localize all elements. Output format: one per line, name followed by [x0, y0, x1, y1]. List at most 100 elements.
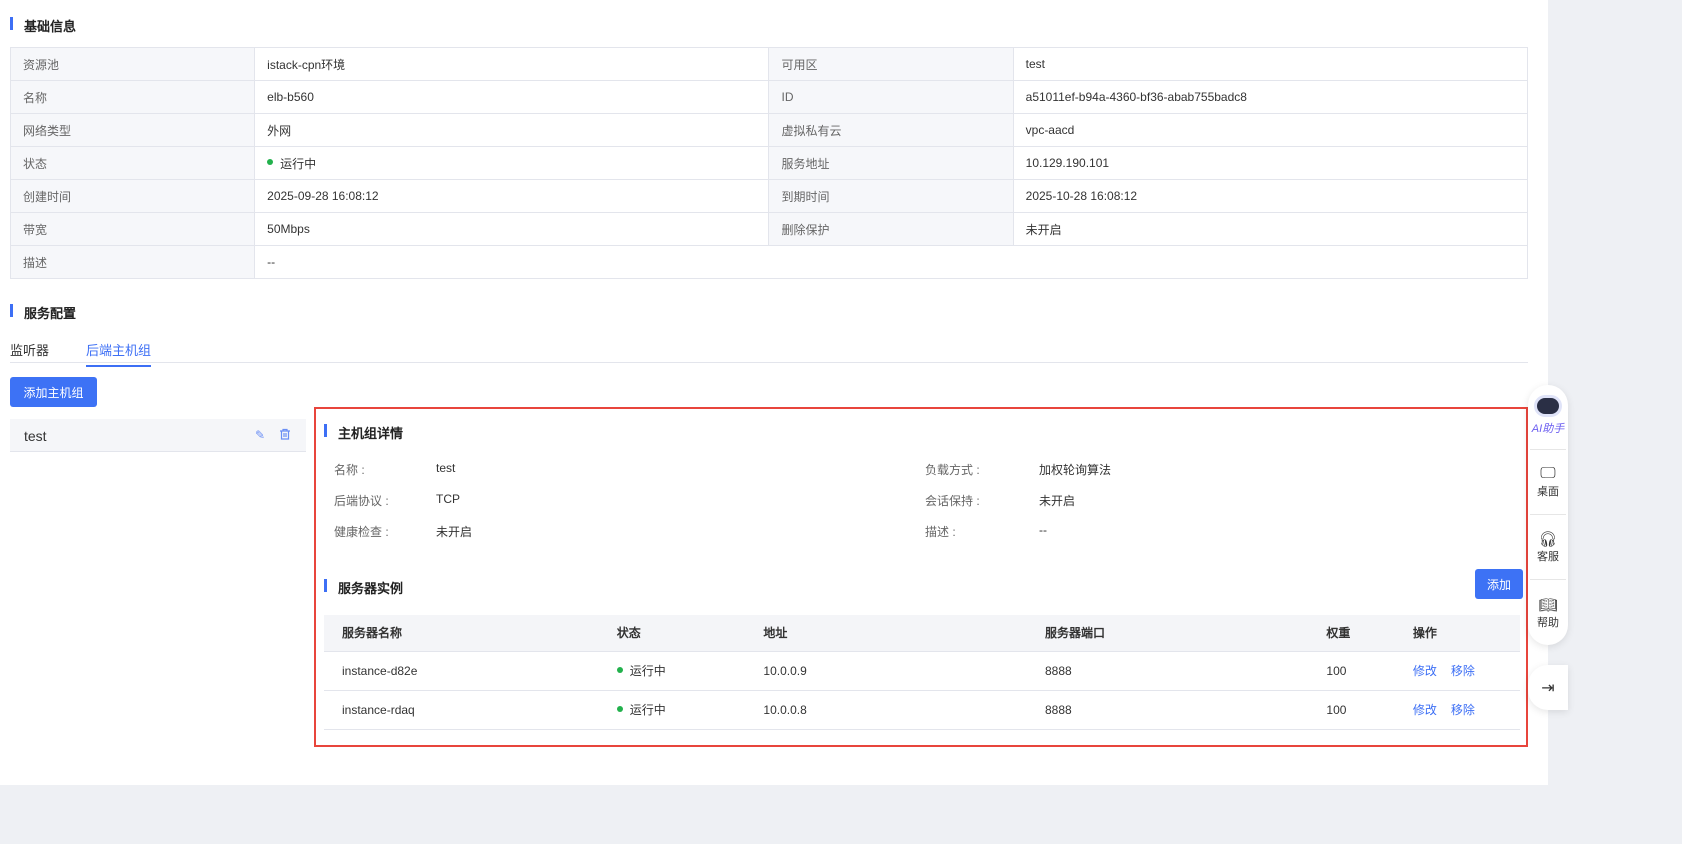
- desktop-button[interactable]: 🖵 桌面: [1530, 450, 1566, 515]
- server-instance-table: 服务器名称 状态 地址 服务器端口 权重 操作 instance-d82e 运行中 10.…: [324, 615, 1520, 730]
- status-text: 运行中: [629, 664, 666, 678]
- collapse-toolbar-button[interactable]: ⇥: [1528, 665, 1568, 710]
- server-name: instance-d82e: [324, 651, 599, 691]
- detail-field-value: 未开启: [436, 525, 473, 539]
- info-row: 创建时间 2025-09-28 16:08:12 到期时间 2025-10-28 16…: [9, 179, 1529, 213]
- host-group-name: test: [24, 428, 47, 444]
- info-value: 10.129.190.101: [1012, 146, 1529, 180]
- detail-field-label: 负载方式 :: [925, 463, 980, 477]
- info-value: test: [1012, 47, 1529, 81]
- remove-link[interactable]: 移除: [1451, 664, 1475, 678]
- info-value: 运行中: [254, 146, 770, 180]
- ai-assistant-button[interactable]: AI助手: [1530, 385, 1566, 450]
- host-group-detail-panel: 主机组详情 名称 : test 负载方式 : 加权轮询算法后端协议 : TCP 会话保持 …: [314, 407, 1528, 747]
- edit-link[interactable]: 修改: [1413, 664, 1437, 678]
- column-header: 操作: [1394, 615, 1520, 652]
- info-value: --: [254, 245, 1528, 279]
- desktop-label: 桌面: [1537, 486, 1559, 498]
- detail-field-label: 会话保持 :: [925, 494, 980, 508]
- headset-icon: 🎧︎: [1538, 531, 1558, 548]
- detail-field-value: --: [1039, 523, 1047, 537]
- info-value-text: 运行中: [280, 156, 317, 171]
- detail-field-value: test: [436, 461, 456, 475]
- info-value-text: 10.129.190.101: [1025, 156, 1110, 170]
- add-host-group-button[interactable]: 添加主机组: [10, 377, 97, 407]
- server-weight: 100: [1308, 690, 1395, 730]
- detail-field-value: 加权轮询算法: [1039, 463, 1112, 477]
- delete-icon[interactable]: [279, 428, 293, 442]
- tab-listener[interactable]: 监听器: [10, 340, 49, 365]
- column-header: 服务器端口: [1027, 615, 1309, 652]
- monitor-icon: 🖵: [1540, 465, 1556, 482]
- server-address: 10.0.0.8: [745, 690, 1027, 730]
- table-row: instance-rdaq 运行中 10.0.0.8 8888 100 修改 移除: [324, 690, 1520, 730]
- info-label: 删除保护: [768, 212, 1014, 246]
- service-config-title: 服务配置: [10, 303, 76, 322]
- info-label: 到期时间: [768, 179, 1014, 213]
- info-label: 创建时间: [9, 179, 256, 213]
- detail-field-label: 描述 :: [925, 525, 956, 539]
- info-value-text: istack-cpn环境: [267, 57, 346, 72]
- info-label: 带宽: [9, 212, 256, 246]
- help-button[interactable]: 📖︎ 帮助: [1530, 580, 1566, 645]
- column-header: 地址: [745, 615, 1027, 652]
- info-label: 描述: [9, 245, 256, 279]
- info-label: 可用区: [768, 47, 1014, 81]
- detail-field-label: 后端协议 :: [334, 494, 389, 508]
- info-row: 描述 --: [9, 245, 1528, 279]
- server-status: 运行中: [598, 651, 746, 691]
- info-value-text: 外网: [267, 123, 292, 138]
- table-row: instance-d82e 运行中 10.0.0.9 8888 100 修改 移除: [324, 651, 1520, 691]
- info-row: 名称 elb-b560 ID a51011ef-b94a-4360-bf36-abab…: [9, 80, 1529, 114]
- edit-icon[interactable]: ✎: [255, 428, 269, 442]
- tab-backend-group[interactable]: 后端主机组: [86, 340, 152, 367]
- host-group-detail-title: 主机组详情: [324, 423, 403, 442]
- info-label: 资源池: [9, 47, 256, 81]
- info-label: 虚拟私有云: [768, 113, 1014, 147]
- info-row: 状态 运行中 服务地址 10.129.190.101: [9, 146, 1529, 180]
- detail-field-value: 未开启: [1039, 494, 1076, 508]
- server-instances-title: 服务器实例: [324, 578, 403, 597]
- basic-info-title: 基础信息: [10, 16, 76, 35]
- info-value-text: vpc-aacd: [1025, 123, 1075, 137]
- server-name: instance-rdaq: [324, 690, 599, 730]
- customer-service-button[interactable]: 🎧︎ 客服: [1530, 515, 1566, 580]
- info-label: 网络类型: [9, 113, 256, 147]
- server-status: 运行中: [598, 690, 746, 730]
- edit-link[interactable]: 修改: [1413, 703, 1437, 717]
- info-label: 名称: [9, 80, 256, 114]
- info-value: 2025-10-28 16:08:12: [1012, 179, 1529, 213]
- running-status-dot: [267, 159, 274, 166]
- detail-field-value: TCP: [436, 492, 460, 506]
- basic-info-table: 资源池 istack-cpn环境 可用区 test 名称 elb-b560 ID a51011…: [9, 47, 1529, 279]
- info-label: 服务地址: [768, 146, 1014, 180]
- detail-field-label: 名称 :: [334, 463, 365, 477]
- info-value: 2025-09-28 16:08:12: [254, 179, 770, 213]
- server-weight: 100: [1308, 651, 1395, 691]
- ai-assistant-label: AI助手: [1531, 423, 1565, 435]
- floating-toolbar: AI助手 🖵 桌面 🎧︎ 客服 📖︎ 帮助: [1528, 385, 1568, 645]
- server-port: 8888: [1027, 690, 1309, 730]
- info-value-text: 50Mbps: [267, 222, 310, 236]
- server-address: 10.0.0.9: [745, 651, 1027, 691]
- info-value-text: a51011ef-b94a-4360-bf36-abab755badc8: [1025, 90, 1247, 104]
- info-value-text: 2025-10-28 16:08:12: [1025, 189, 1138, 203]
- host-group-item[interactable]: test ✎: [10, 419, 306, 452]
- detail-field-label: 健康检查 :: [334, 525, 389, 539]
- remove-link[interactable]: 移除: [1451, 703, 1475, 717]
- running-status-dot: [616, 705, 623, 712]
- server-port: 8888: [1027, 651, 1309, 691]
- info-value-text: 未开启: [1025, 222, 1062, 237]
- info-value: elb-b560: [254, 80, 770, 114]
- server-actions: 修改 移除: [1394, 690, 1520, 730]
- book-icon: 📖︎: [1538, 596, 1558, 614]
- detail-card: 基础信息 资源池 istack-cpn环境 可用区 test 名称 elb-b560 ID a…: [0, 0, 1548, 785]
- robot-icon: [1537, 398, 1559, 414]
- add-instance-button[interactable]: 添加: [1475, 569, 1523, 599]
- info-row: 带宽 50Mbps 删除保护 未开启: [9, 212, 1529, 246]
- info-value: istack-cpn环境: [254, 47, 770, 81]
- column-header: 权重: [1308, 615, 1395, 652]
- info-value-text: elb-b560: [267, 90, 314, 104]
- info-row: 资源池 istack-cpn环境 可用区 test: [9, 47, 1529, 81]
- info-label: 状态: [9, 146, 256, 180]
